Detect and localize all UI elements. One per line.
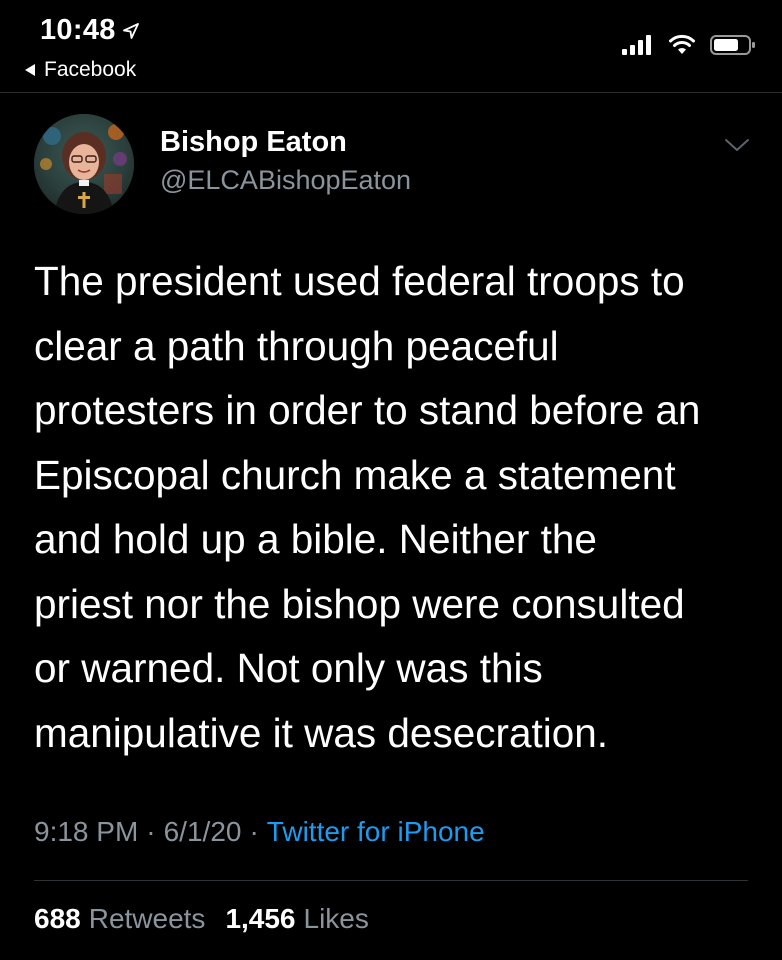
tweet-time: 9:18 PM — [34, 816, 139, 847]
likes-count: 1,456 — [225, 903, 296, 934]
back-arrow-icon — [25, 64, 35, 76]
likes-label: Likes — [303, 903, 369, 934]
location-arrow-icon — [122, 22, 139, 39]
avatar[interactable] — [34, 114, 134, 214]
tweet-text: The president used federal troops to cle… — [34, 249, 762, 765]
tweet-stats: 688 Retweets 1,456 Likes — [34, 903, 369, 935]
tweet-date: 6/1/20 — [163, 816, 242, 847]
retweets-count: 688 — [34, 903, 81, 934]
author-handle[interactable]: @ELCABishopEaton — [160, 165, 411, 196]
tweet-text-line: protesters in order to stand before an — [34, 387, 701, 433]
tweet-text-line: manipulative it was desecration. — [34, 709, 609, 756]
status-icons — [620, 34, 756, 56]
status-time-group: 10:48 — [40, 14, 140, 47]
retweets-stat[interactable]: 688 Retweets — [34, 903, 205, 934]
wifi-icon — [669, 34, 695, 54]
likes-stat[interactable]: 1,456 Likes — [225, 903, 368, 934]
stats-divider — [34, 880, 748, 881]
back-to-facebook-button[interactable]: Facebook — [24, 58, 136, 82]
tweet-meta: 9:18 PM · 6/1/20 · Twitter for iPhone — [34, 816, 485, 848]
signal-icon — [622, 35, 651, 55]
avatar-image — [34, 114, 134, 214]
battery-icon — [710, 35, 755, 55]
back-label: Facebook — [44, 58, 137, 81]
meta-separator: · — [249, 816, 259, 847]
retweets-label: Retweets — [88, 903, 206, 934]
tweet-text-line: clear a path through peaceful — [34, 322, 559, 369]
tweet-text-line: and hold up a bible. Neither the — [34, 516, 597, 562]
tweet-text-line: or warned. Not only was this — [34, 645, 543, 691]
author-name[interactable]: Bishop Eaton — [160, 126, 347, 159]
tweet-source-link[interactable]: Twitter for iPhone — [267, 816, 485, 847]
tweet-text-line: The president used federal troops to — [34, 258, 685, 304]
tweet-text-line: Episcopal church make a statement — [34, 451, 676, 498]
status-bar: 10:48 Facebook — [0, 0, 782, 92]
status-time: 10:48 — [40, 14, 116, 46]
chevron-down-icon[interactable] — [724, 136, 750, 154]
tweet-text-line: priest nor the bishop were consulted — [34, 580, 685, 627]
header-divider — [0, 92, 782, 93]
meta-separator: · — [146, 816, 156, 847]
